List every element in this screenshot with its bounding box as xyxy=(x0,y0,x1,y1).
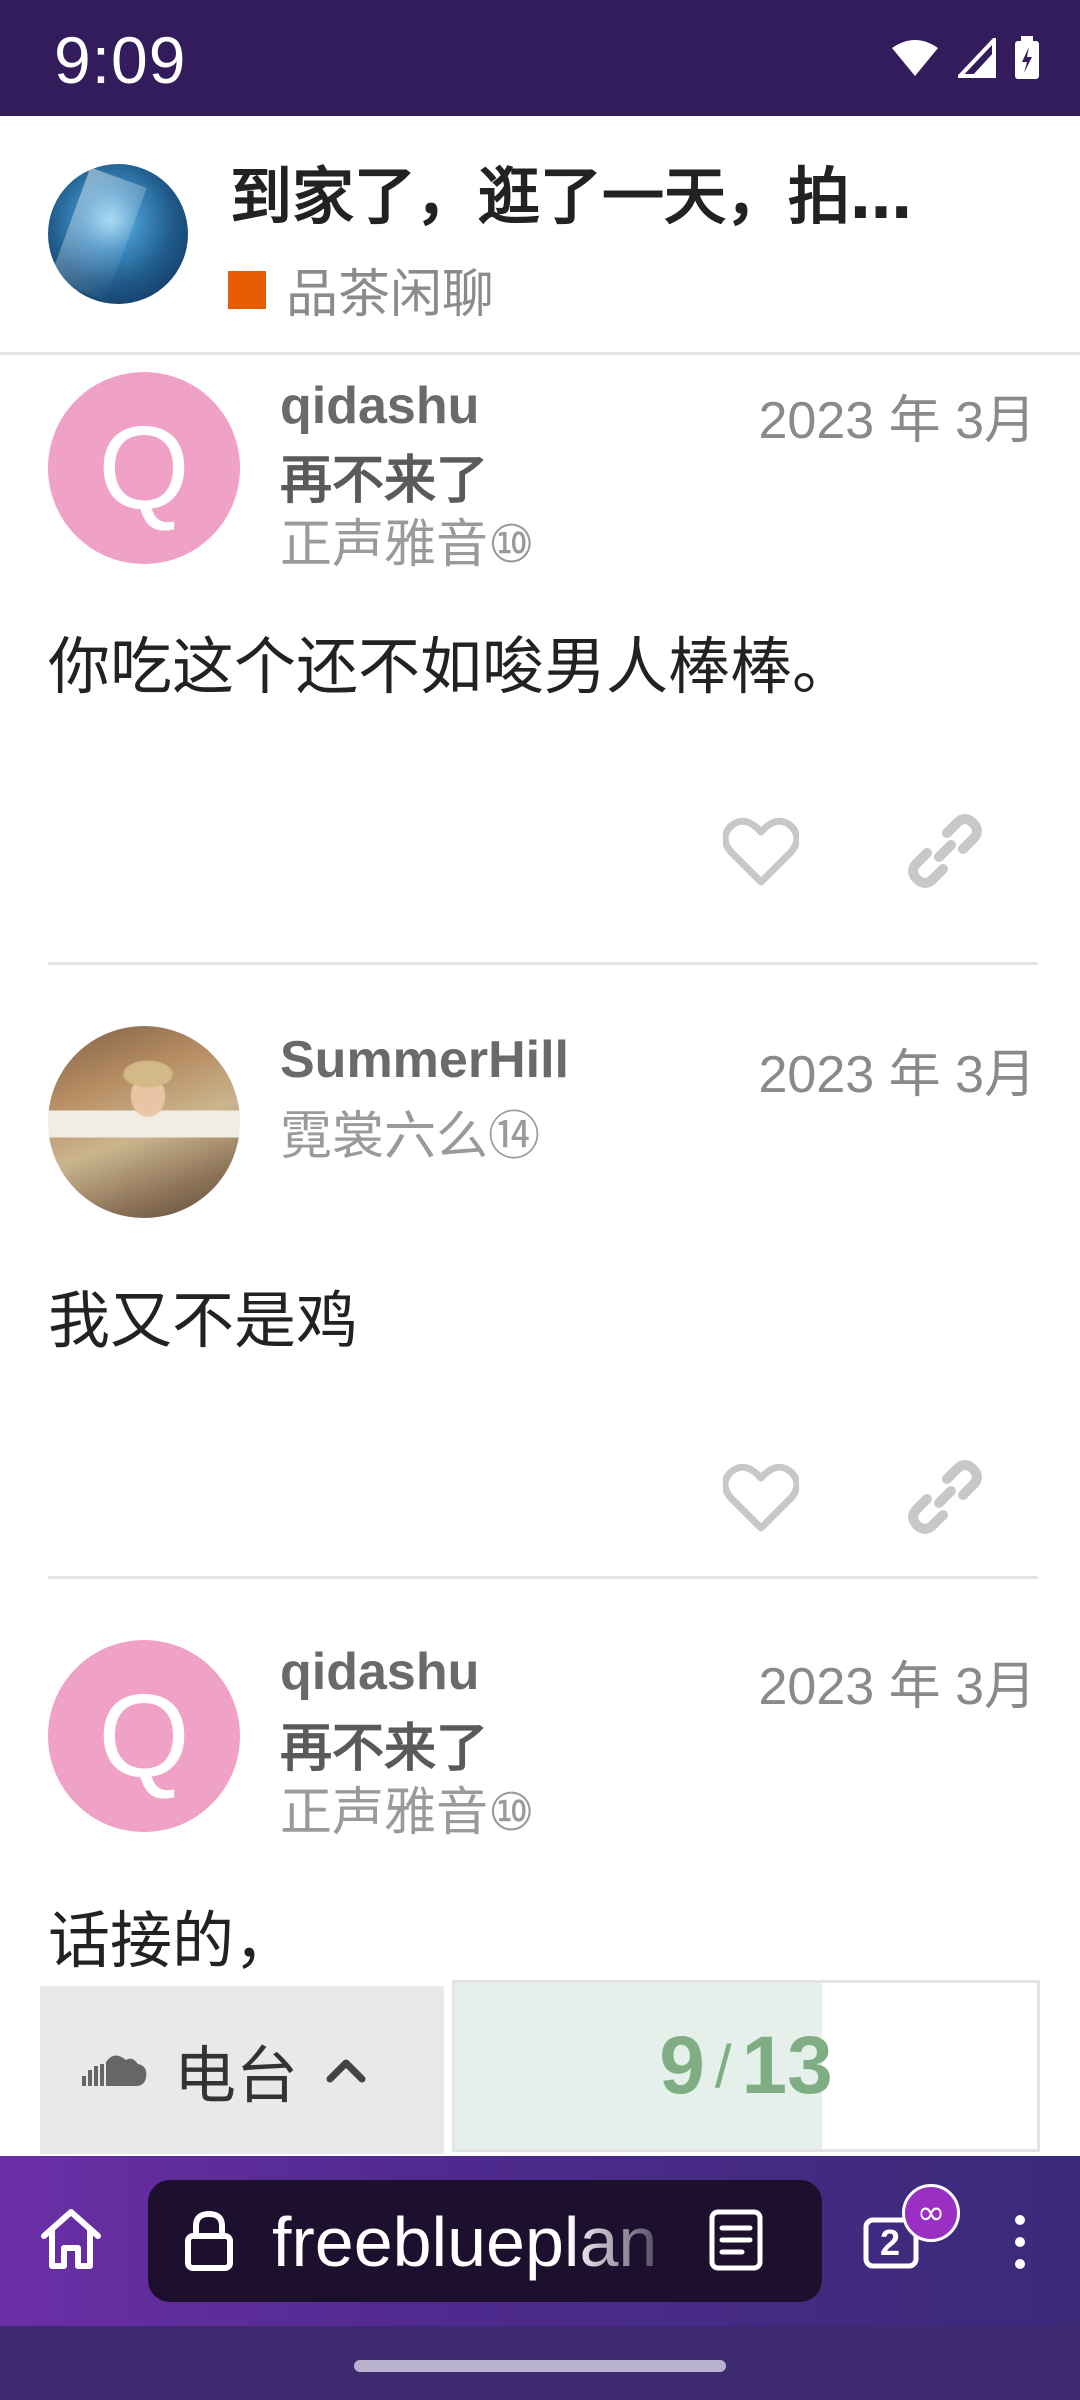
radio-label: 电台 xyxy=(174,2039,299,2112)
post-divider xyxy=(48,1576,1038,1579)
progress-total: 13 xyxy=(741,2020,833,2111)
browser-toolbar: freeblueplan 2 ∞ xyxy=(0,2156,1080,2326)
topic-progress[interactable]: 9 / 13 xyxy=(452,1980,1040,2152)
more-vert-icon xyxy=(1015,2215,1025,2269)
avatar[interactable]: Q xyxy=(48,1640,240,1832)
like-button[interactable] xyxy=(716,1452,806,1542)
status-icons xyxy=(890,36,1040,80)
radio-toggle-button[interactable]: 电台 xyxy=(40,1986,444,2154)
post-body: 我又不是鸡 xyxy=(48,1284,359,1357)
progress-text: 9 / 13 xyxy=(455,1983,1037,2149)
user-flair: 霓裳六么⑭ xyxy=(280,1107,541,1167)
heart-outline-icon xyxy=(723,817,799,886)
username[interactable]: qidashu xyxy=(280,376,479,436)
post-divider xyxy=(48,962,1038,965)
share-link-button[interactable] xyxy=(900,1452,990,1542)
reader-mode-icon xyxy=(709,2209,763,2271)
wifi-icon xyxy=(892,40,938,76)
user-flair: 正声雅音⑩ xyxy=(280,1783,535,1843)
category-label: 品茶闲聊 xyxy=(286,265,495,325)
heart-outline-icon xyxy=(723,1463,799,1532)
category-color-swatch xyxy=(228,270,266,309)
cell-signal-icon xyxy=(958,38,996,78)
site-logo[interactable] xyxy=(48,164,188,304)
topic-header[interactable]: 到家了，逛了一天，拍… 品茶闲聊 xyxy=(0,116,1080,355)
share-link-button[interactable] xyxy=(900,806,990,896)
post-date[interactable]: 2023 年 3月 xyxy=(759,1032,1037,1107)
cloud-icon xyxy=(82,2055,147,2086)
avatar[interactable]: Q xyxy=(48,372,240,564)
like-button[interactable] xyxy=(716,806,806,896)
chevron-up-icon xyxy=(326,2059,366,2083)
more-menu-button[interactable] xyxy=(1010,2212,1030,2276)
battery-icon xyxy=(1015,36,1039,79)
post-body: 话接的， xyxy=(48,1904,297,1977)
tab-count: 2 xyxy=(880,2222,901,2263)
url-fade xyxy=(568,2180,688,2302)
username[interactable]: SummerHill xyxy=(280,1030,569,1090)
link-icon xyxy=(908,814,982,888)
lock-icon xyxy=(185,2210,233,2271)
reader-mode-button[interactable] xyxy=(708,2208,764,2276)
private-badge: ∞ xyxy=(902,2184,960,2242)
post-body: 你吃这个还不如唆男人棒棒。 xyxy=(48,630,855,703)
progress-current: 9 xyxy=(659,2020,705,2111)
home-button[interactable] xyxy=(36,2204,106,2278)
category-badge[interactable]: 品茶闲聊 xyxy=(228,252,494,327)
user-flair: 正声雅音⑩ xyxy=(280,515,535,575)
url-bar[interactable]: freeblueplan xyxy=(148,2180,822,2302)
progress-separator: / xyxy=(714,2032,732,2100)
avatar[interactable] xyxy=(48,1026,240,1218)
post-date[interactable]: 2023 年 3月 xyxy=(759,378,1037,453)
status-time: 9:09 xyxy=(54,23,187,97)
gesture-handle[interactable] xyxy=(354,2360,726,2372)
status-bar: 9:09 xyxy=(0,0,1080,116)
home-icon xyxy=(41,2209,101,2269)
username[interactable]: qidashu xyxy=(280,1642,479,1702)
link-icon xyxy=(908,1460,982,1534)
topic-title[interactable]: 到家了，逛了一天，拍… xyxy=(230,146,1040,236)
post-date[interactable]: 2023 年 3月 xyxy=(759,1644,1037,1719)
